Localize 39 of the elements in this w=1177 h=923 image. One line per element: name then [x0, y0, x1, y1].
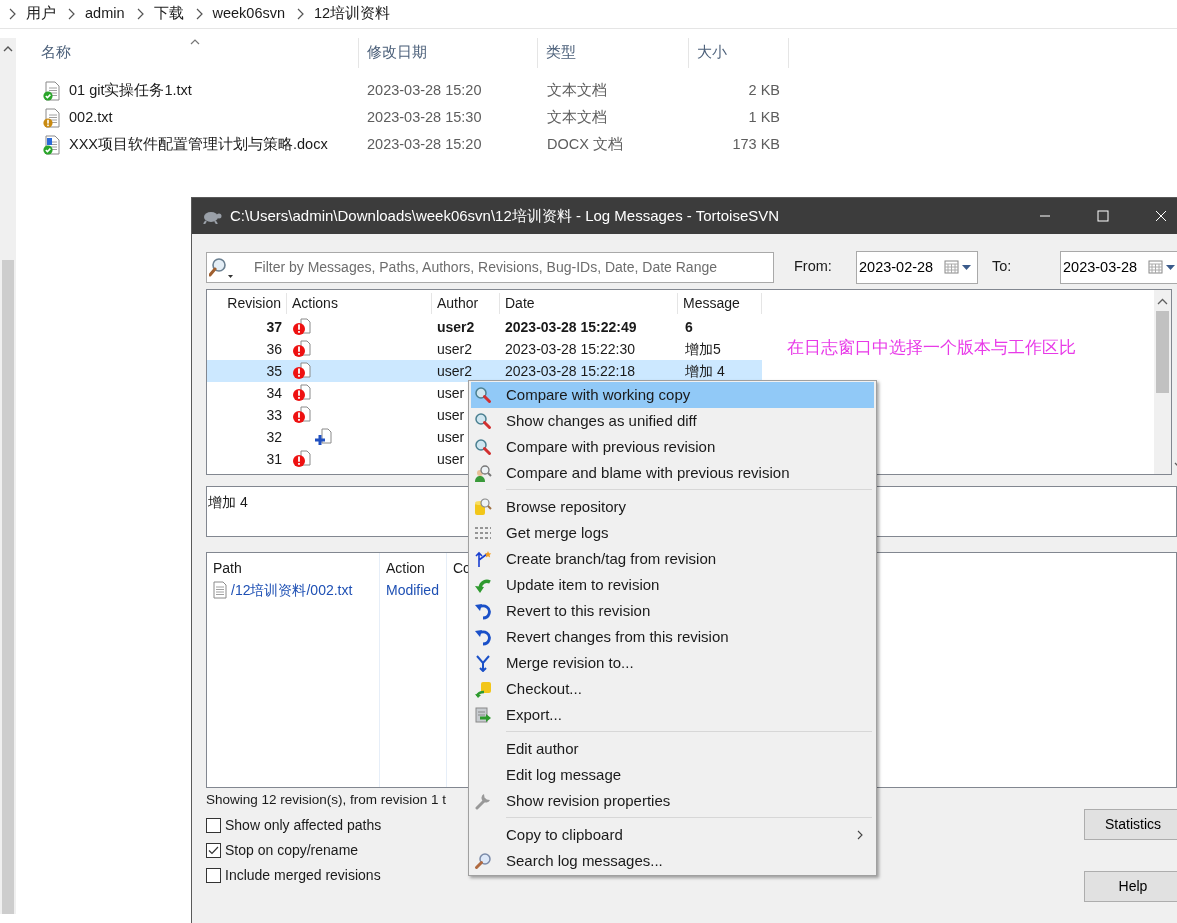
checkbox-label: Show only affected paths: [225, 815, 382, 835]
message: 增加5: [685, 340, 721, 357]
file-date: 2023-03-28 15:20: [367, 135, 482, 152]
window-title: C:\Users\admin\Downloads\week06svn\12培训资料 - Log Messages - TortoiseSVN: [230, 205, 781, 226]
date-label: From:: [794, 257, 833, 277]
annotation-text: 在日志窗口中选择一个版本与工作区比: [787, 337, 1076, 359]
date-label: To:: [992, 257, 1013, 277]
file-type: 文本文档: [547, 81, 607, 98]
revision-number: 33: [266, 406, 282, 423]
file-type: DOCX 文档: [547, 135, 623, 152]
file-type: 文本文档: [547, 108, 607, 125]
author: user: [437, 450, 465, 467]
log-message-text: 增加 4: [208, 494, 248, 510]
file-date: 2023-03-28 15:30: [367, 108, 482, 125]
file-size: 1 KB: [748, 108, 780, 125]
date: 2023-03-28 15:22:30: [505, 340, 635, 357]
checkbox-label: Include merged revisions: [225, 865, 381, 885]
revision-number: 35: [266, 362, 282, 379]
date: 2023-03-28 15:22:18: [505, 362, 635, 379]
message: 6: [685, 318, 693, 335]
revision-number: 31: [266, 450, 282, 467]
author: user2: [437, 340, 473, 357]
revision-number: 34: [266, 384, 282, 401]
action-text: Modified: [386, 580, 439, 600]
author: user: [437, 406, 465, 423]
file-date: 2023-03-28 15:20: [367, 81, 482, 98]
file-size: 173 KB: [732, 135, 780, 152]
file-size: 2 KB: [748, 81, 780, 98]
author: user2: [437, 362, 473, 379]
author: user: [437, 384, 465, 401]
status-text: Showing 12 revision(s), from revision 1 t: [206, 792, 447, 807]
author: user2: [437, 318, 475, 335]
revision-number: 37: [266, 318, 282, 335]
revision-number: 32: [266, 428, 282, 445]
author: user: [437, 428, 465, 445]
revision-number: 36: [266, 340, 282, 357]
date: 2023-03-28 15:22:49: [505, 318, 637, 335]
message: 增加 4: [685, 362, 725, 379]
checkbox-label: Stop on copy/rename: [225, 840, 359, 860]
